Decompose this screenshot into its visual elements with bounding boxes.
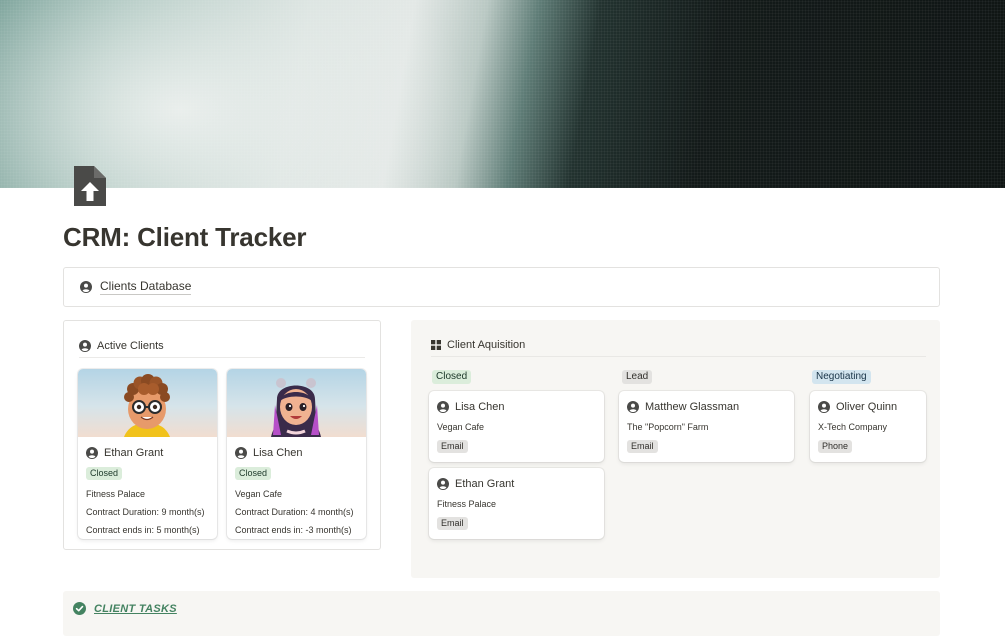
- client-tasks-link[interactable]: CLIENT TASKS: [94, 602, 177, 616]
- board-card[interactable]: Oliver Quinn X-Tech Company Phone: [810, 391, 926, 462]
- file-upload-icon[interactable]: [72, 165, 108, 207]
- person-icon: [437, 401, 449, 413]
- active-clients-panel: Active Clients Ethan Grant Closed Fitnes…: [63, 320, 381, 550]
- contract-ends: Contract ends in: 5 month(s): [86, 525, 200, 535]
- column-negotiating-label[interactable]: Negotiating: [812, 370, 871, 384]
- clients-database-label: Clients Database: [100, 279, 192, 295]
- client-card[interactable]: Lisa Chen Closed Vegan Cafe Contract Dur…: [227, 369, 366, 539]
- client-acquisition-title: Client Aquisition: [447, 339, 526, 351]
- channel-badge: Email: [627, 440, 658, 453]
- person-icon: [437, 478, 449, 490]
- column-closed-label[interactable]: Closed: [432, 370, 472, 384]
- boy-with-glasses-avatar: [78, 369, 217, 437]
- status-badge: Closed: [86, 467, 123, 480]
- client-company: Vegan Cafe: [235, 489, 283, 499]
- active-clients-header[interactable]: Active Clients: [79, 335, 365, 358]
- client-name: Ethan Grant: [104, 447, 164, 459]
- board-card[interactable]: Ethan Grant Fitness Palace Email: [429, 468, 604, 539]
- board-card[interactable]: Lisa Chen Vegan Cafe Email: [429, 391, 604, 462]
- person-icon: [79, 340, 91, 352]
- grid-icon: [431, 340, 441, 350]
- page-cover: [0, 0, 1005, 188]
- client-name: Ethan Grant: [455, 478, 515, 490]
- client-company: X-Tech Company: [818, 422, 888, 432]
- channel-badge: Email: [437, 517, 468, 530]
- column-lead-label[interactable]: Lead: [622, 370, 653, 384]
- client-acquisition-board: Client Aquisition Closed Lisa Chen Vegan…: [411, 320, 940, 578]
- client-company: Vegan Cafe: [437, 422, 485, 432]
- contract-duration: Contract Duration: 9 month(s): [86, 507, 205, 517]
- channel-badge: Phone: [818, 440, 853, 453]
- client-company: Fitness Palace: [437, 499, 497, 509]
- client-company: Fitness Palace: [86, 489, 146, 499]
- page-title: CRM: Client Tracker: [63, 222, 307, 252]
- person-icon: [818, 401, 830, 413]
- client-card[interactable]: Ethan Grant Closed Fitness Palace Contra…: [78, 369, 217, 539]
- client-name: Matthew Glassman: [645, 401, 740, 413]
- client-acquisition-header[interactable]: Client Aquisition: [431, 334, 926, 357]
- client-tasks-callout: CLIENT TASKS: [63, 591, 940, 636]
- client-name: Lisa Chen: [253, 447, 303, 459]
- client-company: The "Popcorn" Farm: [627, 422, 709, 432]
- clients-database-link[interactable]: Clients Database: [63, 267, 940, 307]
- client-name: Oliver Quinn: [836, 401, 898, 413]
- board-card[interactable]: Matthew Glassman The "Popcorn" Farm Emai…: [619, 391, 794, 462]
- person-icon: [235, 447, 247, 459]
- person-icon: [86, 447, 98, 459]
- person-icon: [80, 281, 92, 293]
- active-clients-title: Active Clients: [97, 340, 164, 352]
- girl-with-pigtails-avatar: [227, 369, 366, 437]
- contract-duration: Contract Duration: 4 month(s): [235, 507, 354, 517]
- check-circle-icon: [73, 602, 86, 615]
- person-icon: [627, 401, 639, 413]
- client-name: Lisa Chen: [455, 401, 505, 413]
- status-badge: Closed: [235, 467, 272, 480]
- contract-ends: Contract ends in: -3 month(s): [235, 525, 352, 535]
- channel-badge: Email: [437, 440, 468, 453]
